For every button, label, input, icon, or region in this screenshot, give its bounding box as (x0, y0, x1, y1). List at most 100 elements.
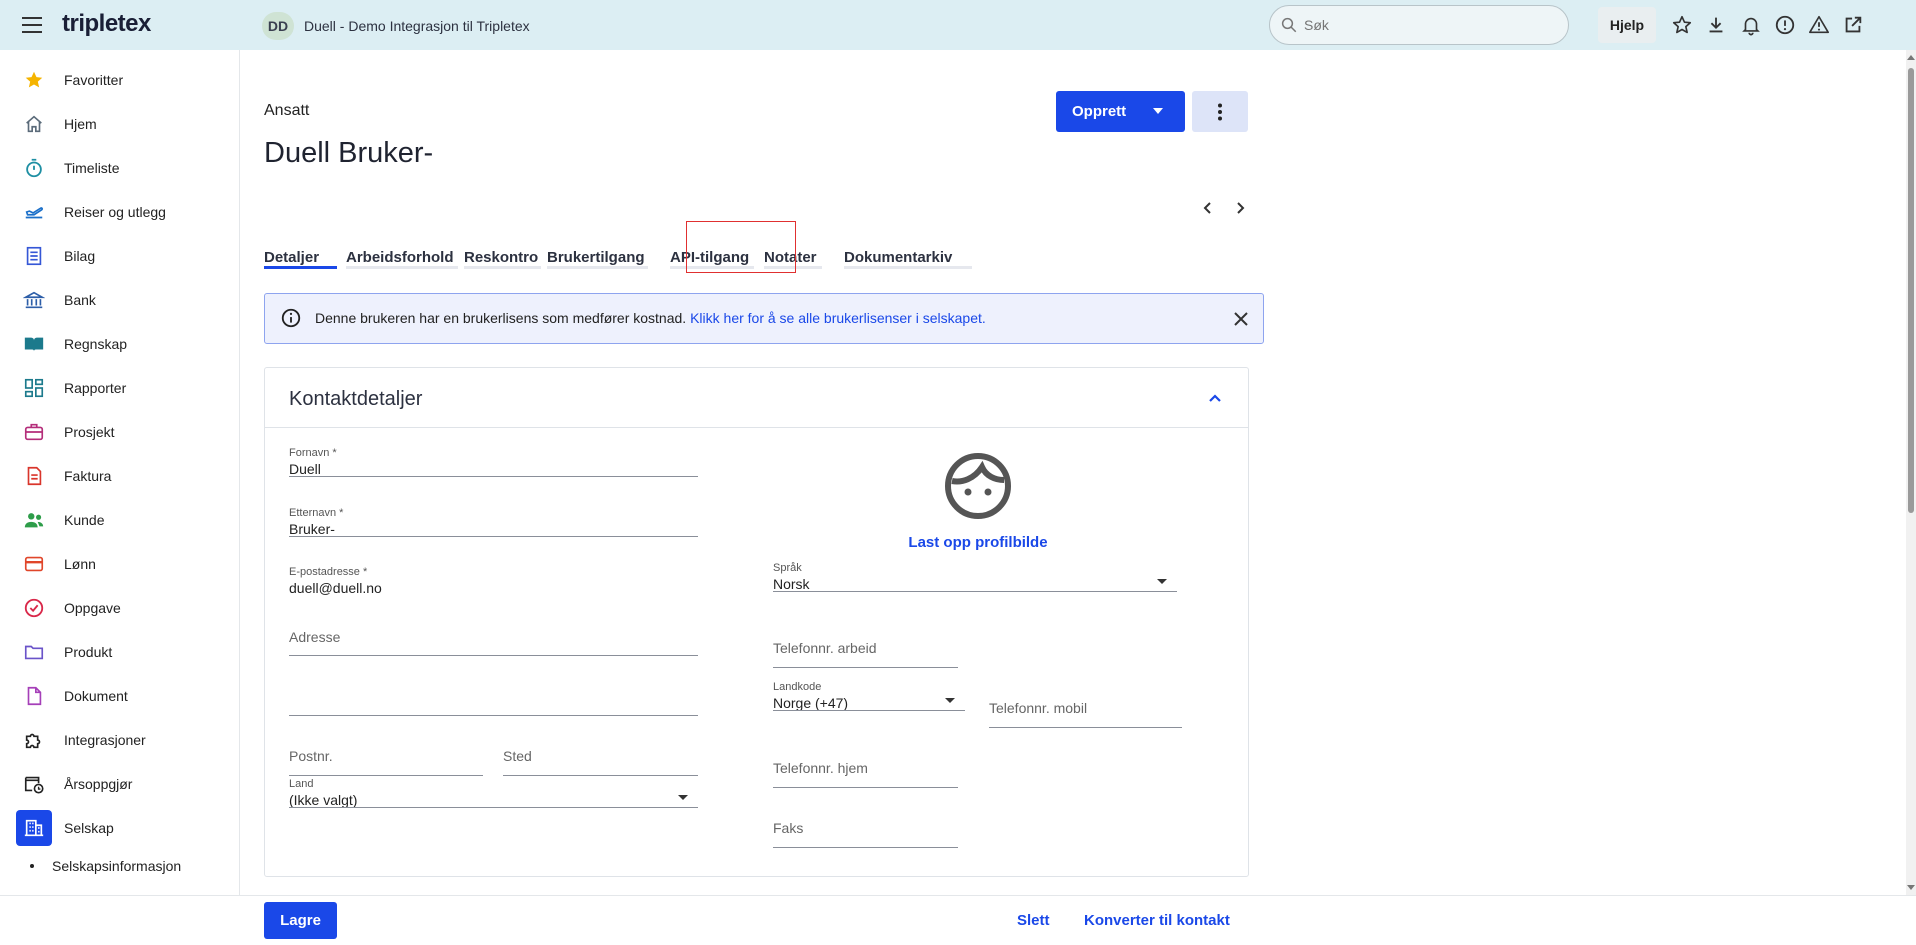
company-switcher[interactable]: DD Duell - Demo Integrasjon til Triplete… (262, 12, 530, 40)
sidebar-item-lonn[interactable]: Lønn (0, 546, 239, 582)
book-icon (22, 332, 46, 356)
more-options-button[interactable] (1192, 91, 1248, 132)
mobile-phone-field[interactable]: Telefonnr. mobil (989, 700, 1182, 728)
building-icon (16, 810, 52, 846)
chevron-up-icon[interactable] (1205, 388, 1225, 408)
chevron-left-icon (1203, 202, 1211, 214)
license-link[interactable]: Klikk her for å se alle brukerlisenser i… (690, 310, 986, 326)
tab-reskontro[interactable]: Reskontro (464, 240, 541, 280)
home-phone-field[interactable]: Telefonnr. hjem (773, 760, 958, 788)
sidebar-item-label: Bilag (64, 248, 96, 264)
language-label: Språk (773, 562, 802, 574)
sidebar-item-label: Oppgave (64, 600, 121, 616)
save-button[interactable]: Lagre (264, 902, 337, 939)
last-name-field[interactable]: Etternavn * Bruker- (289, 507, 698, 537)
profile-avatar-icon[interactable] (943, 451, 1013, 521)
sidebar-item-reiser-og-utlegg[interactable]: Reiser og utlegg (0, 194, 239, 230)
sidebar-item-favoritter[interactable]: Favoritter (0, 62, 239, 98)
sidebar-item-rapporter[interactable]: Rapporter (0, 370, 239, 406)
bank-icon (22, 288, 46, 312)
tab-detaljer[interactable]: Detaljer (264, 240, 337, 280)
search-input[interactable] (1304, 17, 1544, 33)
language-select[interactable]: Språk Norsk (773, 562, 1177, 592)
scroll-down-arrow[interactable] (1907, 885, 1915, 890)
sidebar-item-timeliste[interactable]: Timeliste (0, 150, 239, 186)
country-code-select[interactable]: Landkode Norge (+47) (773, 681, 965, 711)
sidebar-item-selskap[interactable]: Selskap (0, 810, 239, 846)
tripletex-logo[interactable]: tripletex (62, 10, 151, 38)
address-placeholder: Adresse (289, 629, 341, 645)
dropdown-icon (678, 795, 688, 800)
delete-button[interactable]: Slett (1017, 912, 1050, 929)
country-label: Land (289, 778, 314, 790)
tab-dokumentarkiv[interactable]: Dokumentarkiv (844, 240, 972, 280)
search-box[interactable] (1269, 5, 1569, 45)
card-icon (22, 552, 46, 576)
sidebar-item-label: Favoritter (64, 72, 124, 88)
address-line-2-field[interactable] (289, 688, 698, 716)
convert-to-contact-button[interactable]: Konverter til kontakt (1084, 912, 1230, 929)
page-scrollbar[interactable] (1906, 50, 1916, 895)
download-icon[interactable] (1704, 13, 1728, 37)
license-alert: Denne brukeren har en brukerlisens som m… (264, 293, 1264, 344)
sidebar-item-arsoppgjor[interactable]: Årsoppgjør (0, 766, 239, 802)
sidebar-item-integrasjoner[interactable]: Integrasjoner (0, 722, 239, 758)
star-icon (22, 68, 46, 92)
sidebar-item-bilag[interactable]: Bilag (0, 238, 239, 274)
chevron-down-icon (1153, 108, 1163, 114)
sidebar-subitem-selskapsinformasjon[interactable]: Selskapsinformasjon (30, 858, 181, 874)
tab-brukertilgang[interactable]: Brukertilgang (547, 240, 648, 280)
home-phone-placeholder: Telefonnr. hjem (773, 760, 868, 776)
search-icon (1281, 17, 1297, 33)
sidebar-item-produkt[interactable]: Produkt (0, 634, 239, 670)
previous-button[interactable] (1196, 196, 1220, 220)
people-icon (22, 508, 46, 532)
email-field[interactable]: E-postadresse * duell@duell.no (289, 566, 698, 596)
alert-circle-icon[interactable] (1773, 13, 1797, 37)
city-field[interactable]: Sted (503, 748, 698, 776)
card-header[interactable]: Kontaktdetaljer (265, 368, 1248, 428)
address-field[interactable]: Adresse (289, 629, 698, 656)
external-link-icon[interactable] (1841, 13, 1865, 37)
scroll-thumb[interactable] (1908, 68, 1914, 513)
mobile-phone-placeholder: Telefonnr. mobil (989, 700, 1088, 716)
document-list-icon (22, 244, 46, 268)
country-select[interactable]: Land (Ikke valgt) (289, 778, 698, 808)
menu-icon[interactable] (22, 17, 42, 33)
check-circle-icon (22, 596, 46, 620)
create-button[interactable]: Opprett (1056, 91, 1185, 132)
section-title: Kontaktdetaljer (289, 388, 423, 410)
scroll-up-arrow[interactable] (1907, 55, 1915, 60)
home-icon (22, 112, 46, 136)
help-button[interactable]: Hjelp (1598, 7, 1656, 43)
dashboard-icon (22, 376, 46, 400)
star-icon[interactable] (1670, 13, 1694, 37)
calendar-clock-icon (22, 772, 46, 796)
sidebar-item-hjem[interactable]: Hjem (0, 106, 239, 142)
tab-arbeidsforhold[interactable]: Arbeidsforhold (346, 240, 458, 280)
sidebar-item-oppgave[interactable]: Oppgave (0, 590, 239, 626)
sidebar-item-faktura[interactable]: Faktura (0, 458, 239, 494)
fax-field[interactable]: Faks (773, 820, 958, 848)
sidebar-item-prosjekt[interactable]: Prosjekt (0, 414, 239, 450)
alert-message: Denne brukeren har en brukerlisens som m… (315, 310, 687, 326)
sidebar-item-kunde[interactable]: Kunde (0, 502, 239, 538)
close-icon[interactable] (1230, 308, 1252, 330)
work-phone-field[interactable]: Telefonnr. arbeid (773, 640, 958, 668)
next-button[interactable] (1228, 196, 1252, 220)
sidebar-item-bank[interactable]: Bank (0, 282, 239, 318)
sidebar-item-regnskap[interactable]: Regnskap (0, 326, 239, 362)
sidebar-item-dokument[interactable]: Dokument (0, 678, 239, 714)
warning-icon[interactable] (1807, 13, 1831, 37)
sidebar-item-label: Rapporter (64, 380, 127, 396)
upload-profile-picture-link[interactable]: Last opp profilbilde (908, 534, 1048, 551)
company-avatar: DD (262, 12, 294, 40)
stopwatch-icon (22, 156, 46, 180)
sidebar: Favoritter Hjem Timeliste Reiser og utle… (0, 50, 240, 895)
breadcrumb[interactable]: Ansatt (264, 102, 309, 120)
fax-placeholder: Faks (773, 820, 804, 836)
bell-icon[interactable] (1739, 13, 1763, 37)
postal-code-field[interactable]: Postnr. (289, 748, 483, 776)
dropdown-icon (1157, 579, 1167, 584)
first-name-field[interactable]: Fornavn * Duell (289, 447, 698, 477)
